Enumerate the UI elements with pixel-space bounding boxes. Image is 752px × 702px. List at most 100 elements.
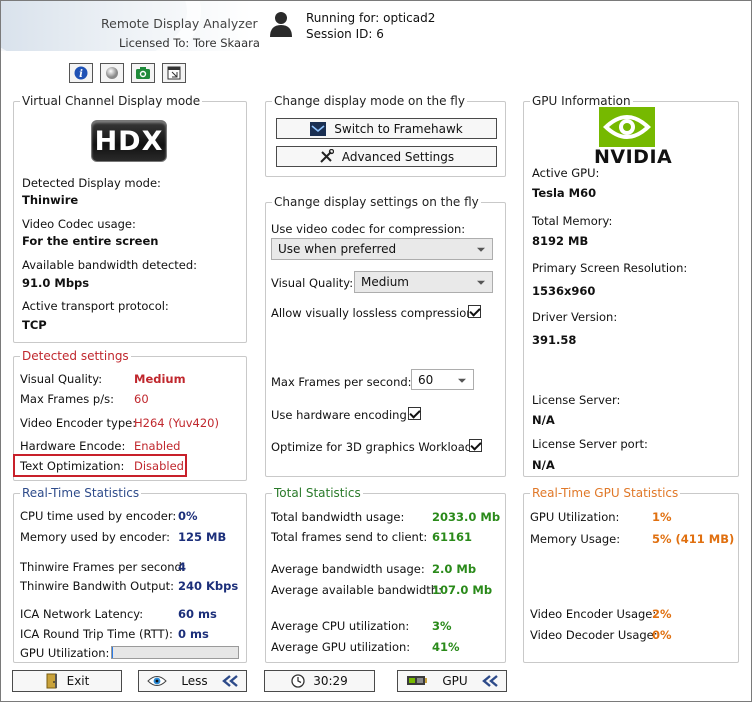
detected-mode-value: Thinwire (22, 193, 79, 207)
app-window: Remote Display Analyzer Licensed To: Tor… (0, 0, 752, 702)
rg-enc-label: Video Encoder Usage: (530, 607, 657, 621)
session-id: Session ID: 6 (306, 27, 384, 41)
timer-label: 30:29 (313, 674, 348, 688)
cs-fps-label: Max Frames per second: (271, 375, 412, 389)
rt-gpu-label: GPU Utilization: (20, 646, 110, 660)
cs-quality-label: Visual Quality: (271, 276, 354, 290)
rt-latency-value: 60 ms (178, 607, 217, 621)
gpu-button[interactable]: GPU (397, 670, 507, 692)
cs-quality-select[interactable]: Medium (354, 271, 493, 293)
virtual-channel-title: Virtual Channel Display mode (20, 94, 203, 108)
switch-framehawk-label: Switch to Framehawk (334, 121, 463, 136)
clock-icon (291, 674, 305, 688)
chevron-down-icon (477, 280, 485, 285)
info-button[interactable]: i (69, 63, 93, 83)
rt-rtt-label: ICA Round Trip Time (RTT): (20, 627, 173, 641)
gpu-active-value: Tesla M60 (532, 186, 597, 200)
ts-avgavail-label: Average available bandwidth: (271, 583, 442, 597)
rt-twbw-value: 240 Kbps (178, 579, 239, 593)
door-icon (46, 673, 57, 689)
double-chevron-left-icon (222, 675, 238, 687)
rg-dec-value: 0% (652, 628, 672, 642)
ds-encoder-label: Video Encoder type: (20, 416, 137, 430)
double-chevron-left-icon (482, 675, 498, 687)
ts-avgcpu-value: 3% (432, 619, 452, 633)
detected-settings-title: Detected settings (20, 349, 131, 363)
cs-fps-selected: 60 (418, 372, 434, 387)
ds-encoder-value: H264 (Yuv420) (134, 416, 219, 430)
eye-icon (147, 676, 167, 686)
gpu-resolution-label: Primary Screen Resolution: (532, 261, 688, 275)
cs-3d-label: Optimize for 3D graphics Workload: (271, 440, 476, 454)
camera-button[interactable] (131, 63, 155, 83)
ts-avggpu-label: Average GPU utilization: (271, 640, 411, 654)
ts-avgavail-value: 107.0 Mb (432, 583, 493, 597)
cs-hw-label: Use hardware encoding: (271, 408, 411, 422)
cs-hw-checkbox[interactable] (408, 407, 421, 420)
svg-text:i: i (79, 69, 83, 80)
cs-3d-checkbox[interactable] (469, 439, 482, 452)
rt-rtt-value: 0 ms (178, 627, 209, 641)
ball-button[interactable] (100, 63, 124, 83)
ts-avgbw-value: 2.0 Mb (432, 562, 477, 576)
ts-frames-label: Total frames send to client: (271, 530, 428, 544)
cs-fps-select[interactable]: 60 (411, 369, 474, 390)
gpu-utilization-bar (111, 646, 239, 659)
switch-framehawk-button[interactable]: Switch to Framehawk (276, 118, 497, 139)
rg-enc-value: 2% (652, 607, 672, 621)
framehawk-icon (310, 121, 327, 136)
transport-value: TCP (22, 318, 47, 332)
window-button[interactable] (162, 63, 186, 83)
ds-hwencode-label: Hardware Encode: (20, 439, 126, 453)
rt-cpu-value: 0% (178, 509, 198, 523)
gpu-memory-label: Total Memory: (532, 214, 613, 228)
window-icon (167, 66, 181, 80)
nvidia-eye-icon (599, 107, 655, 147)
graphics-card-icon (407, 676, 427, 685)
nvidia-logo: NVIDIA (594, 146, 673, 168)
gpu-memory-value: 8192 MB (532, 234, 589, 248)
hdx-logo: HDX (91, 120, 167, 162)
rg-mem-label: Memory Usage: (530, 532, 621, 546)
change-settings-title: Change display settings on the fly (272, 195, 481, 209)
timer-button[interactable]: 30:29 (264, 670, 375, 692)
ds-fps-value: 60 (134, 392, 149, 406)
exit-label: Exit (66, 674, 90, 688)
license-text: Licensed To: Tore Skaara (119, 36, 260, 50)
gpu-driver-value: 391.58 (532, 333, 577, 347)
exit-button[interactable]: Exit (12, 670, 122, 692)
cs-quality-selected: Medium (361, 275, 409, 289)
ts-bwusage-value: 2033.0 Mb (432, 510, 501, 524)
tools-icon (320, 149, 334, 163)
ts-avgbw-label: Average bandwidth usage: (271, 562, 425, 576)
ds-quality-label: Visual Quality: (20, 372, 103, 386)
app-title: Remote Display Analyzer (101, 16, 258, 31)
total-stats-title: Total Statistics (272, 486, 363, 500)
ds-hwencode-value: Enabled (134, 439, 181, 453)
ds-quality-value: Medium (134, 372, 186, 386)
ts-frames-value: 61161 (432, 530, 473, 544)
cs-codec-select[interactable]: Use when preferred (271, 238, 493, 260)
rg-mem-value: 5% (411 MB) (652, 532, 735, 546)
rt-latency-label: ICA Network Latency: (20, 607, 144, 621)
bandwidth-value: 91.0 Mbps (22, 276, 90, 290)
transport-label: Active transport protocol: (22, 299, 169, 313)
cs-lossless-checkbox[interactable] (468, 305, 481, 318)
rt-twbw-label: Thinwire Bandwith Output: (20, 579, 175, 593)
gpu-active-label: Active GPU: (532, 166, 600, 180)
advanced-settings-label: Advanced Settings (341, 149, 455, 164)
rg-util-label: GPU Utilization: (530, 510, 620, 524)
less-button[interactable]: Less (138, 670, 247, 692)
gpu-label: GPU (442, 674, 468, 688)
less-label: Less (181, 674, 208, 688)
rt-mem-value: 125 MB (178, 530, 227, 544)
gpu-info-title: GPU Information (530, 94, 633, 108)
gpu-driver-label: Driver Version: (532, 310, 618, 324)
change-mode-title: Change display mode on the fly (272, 94, 467, 108)
cs-codec-label: Use video codec for compression: (271, 222, 466, 236)
advanced-settings-button[interactable]: Advanced Settings (276, 146, 497, 167)
rt-mem-label: Memory used by encoder: (20, 530, 170, 544)
camera-icon (136, 67, 150, 79)
realtime-gpu-title: Real-Time GPU Statistics (530, 486, 681, 500)
rg-util-value: 1% (652, 510, 672, 524)
